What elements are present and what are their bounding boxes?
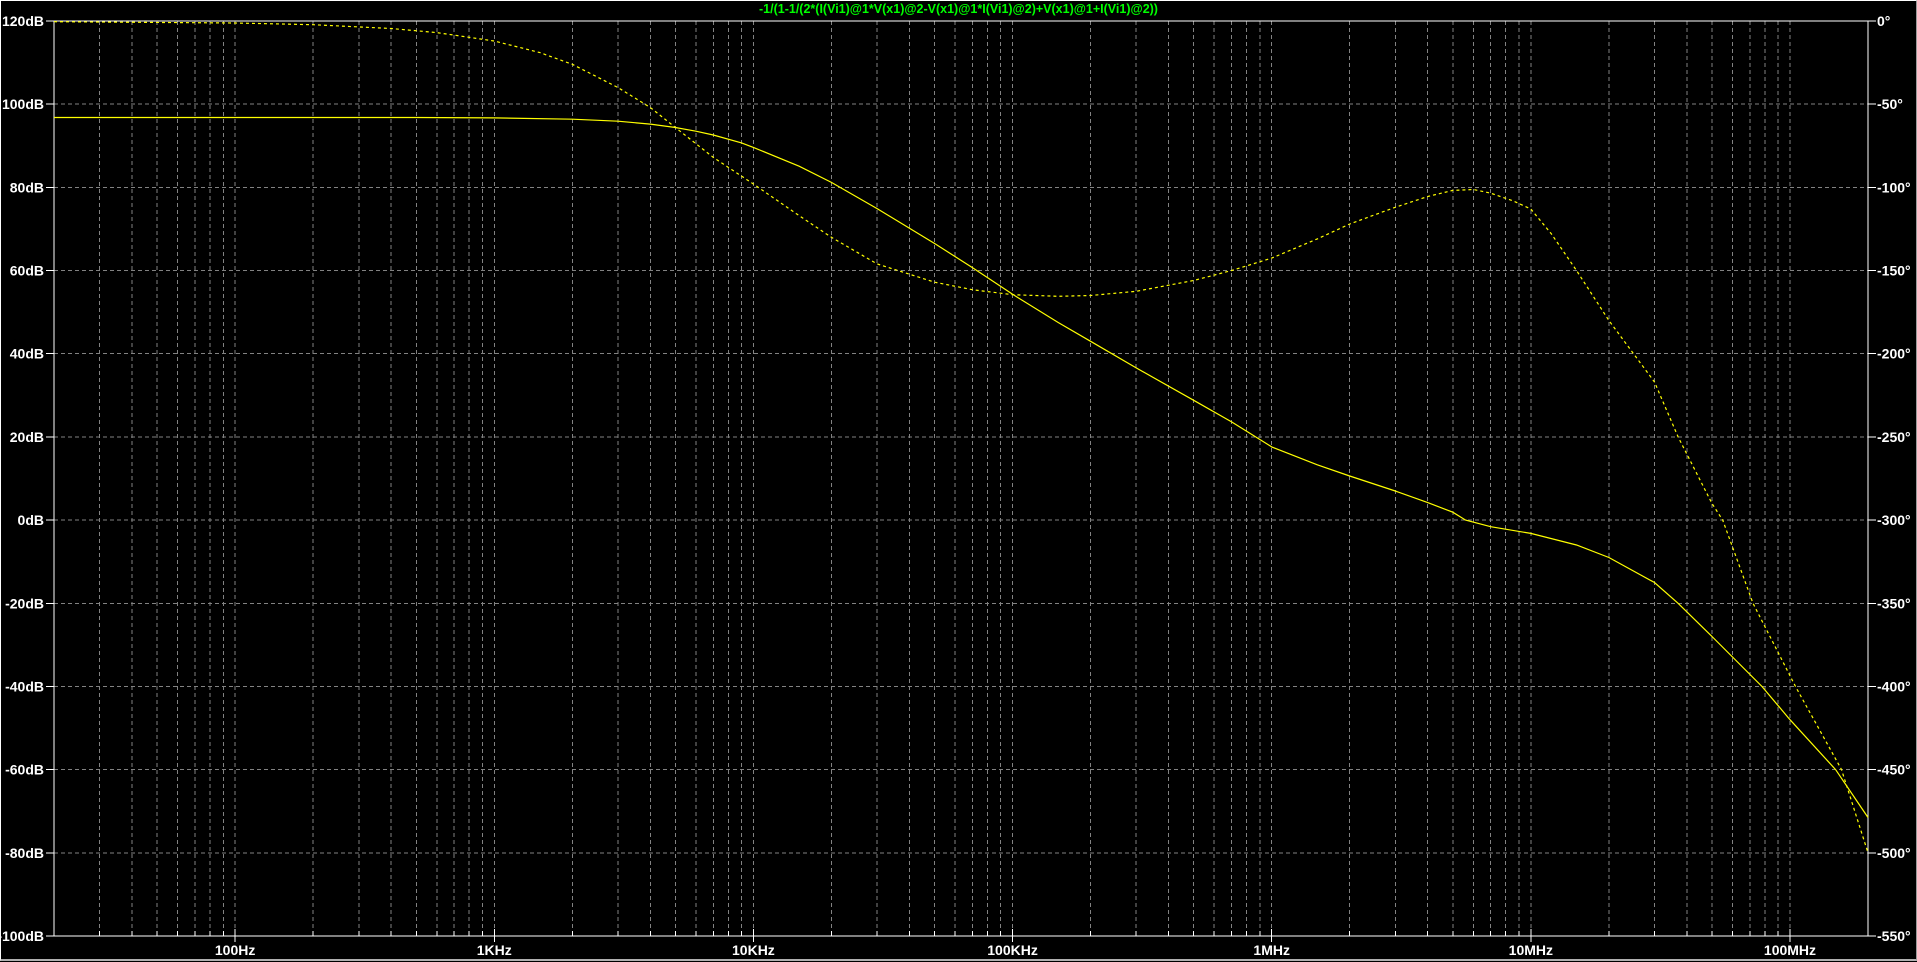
- bode-plot-canvas: 100Hz 1KHz 10KHz 100KHz 1MHz 10MHz 100MHz 120dB…: [1, 13, 1911, 958]
- y-right-label: -200°: [1877, 346, 1911, 362]
- plot-frame plot-area[interactable]: [53, 20, 1869, 937]
- x-axis-label: 100Hz: [215, 942, 255, 958]
- y-left-label: 80dB: [10, 179, 44, 195]
- y-left-label: 60dB: [10, 263, 44, 279]
- magnitude-trace: [54, 116, 1869, 818]
- x-axis-label: 10MHz: [1509, 942, 1553, 958]
- y-right-label: -100°: [1877, 179, 1911, 195]
- y-right-label: -50°: [1877, 96, 1903, 112]
- y-right-label: -300°: [1877, 512, 1911, 528]
- y-left-label: -40dB: [5, 678, 44, 694]
- y-right-label: -500°: [1877, 845, 1911, 861]
- y-right-label: -400°: [1877, 678, 1911, 694]
- y-right-label: -150°: [1877, 263, 1911, 279]
- y-right-label: -350°: [1877, 595, 1911, 611]
- waveform-viewer-window: -1/(1-1/(2*(I(Vi1)@1*V(x1)@2-V(x1)@1*I(V…: [0, 0, 1917, 961]
- y-right-label: 0°: [1877, 13, 1890, 29]
- y-left-label: 40dB: [10, 346, 44, 362]
- y-left-label: -60dB: [5, 762, 44, 778]
- x-axis-label: 1KHz: [477, 942, 512, 958]
- y-left-label: -80dB: [5, 845, 44, 861]
- y-right-label: -450°: [1877, 762, 1911, 778]
- y-left-label: -20dB: [5, 595, 44, 611]
- y-right-label: -250°: [1877, 429, 1911, 445]
- y-left-label: 20dB: [10, 429, 44, 445]
- y-left-label: 120dB: [2, 13, 44, 29]
- x-axis-label: 10KHz: [732, 942, 775, 958]
- y-left-label: 100dB: [2, 96, 44, 112]
- y-left-label: -100dB: [1, 928, 44, 944]
- y-right-label: -550°: [1877, 928, 1911, 944]
- x-axis-label: 1MHz: [1253, 942, 1290, 958]
- y-left-label: 0dB: [18, 512, 44, 528]
- x-axis-label: 100MHz: [1764, 942, 1816, 958]
- x-axis-label: 100KHz: [987, 942, 1038, 958]
